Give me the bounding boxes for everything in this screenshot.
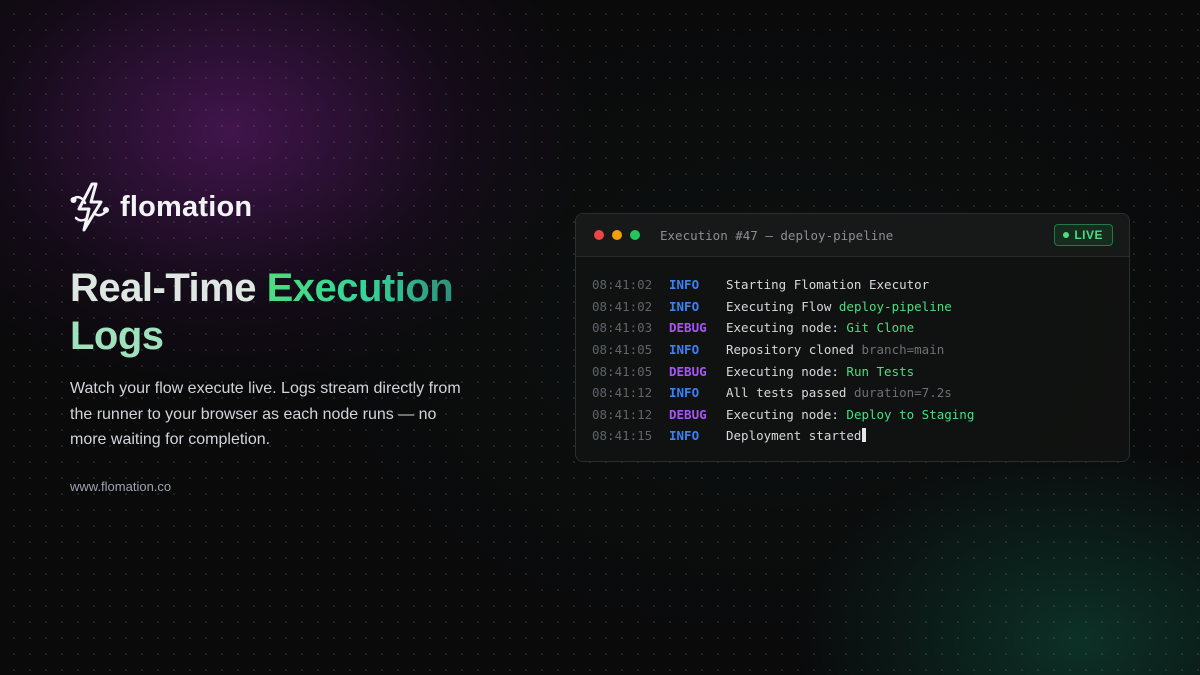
log-text: All tests passed: [726, 385, 854, 401]
log-row: 08:41:02 INFO Executing Flow deploy-pipeli…: [592, 296, 1129, 318]
log-text: Executing node:: [726, 363, 847, 379]
log-text: Deployment started: [726, 428, 862, 444]
log-timestamp: 08:41:02: [592, 298, 653, 314]
headline-part-3: Logs: [70, 314, 164, 358]
log-meta: duration=7.2s: [853, 385, 952, 401]
log-message: All tests passed duration=7.2s: [726, 385, 952, 400]
minimize-dot-icon[interactable]: [612, 230, 622, 240]
log-row: 08:41:02 INFO Starting Flomation Executor: [592, 274, 1129, 296]
log-highlight: deploy-pipeline: [838, 298, 952, 314]
log-level: INFO: [669, 385, 700, 401]
log-level: DEBUG: [669, 406, 707, 422]
website-url[interactable]: www.flomation.co: [70, 479, 171, 494]
log-row: 08:41:15 INFO Deployment started: [592, 425, 1129, 447]
terminal-title-bar: Execution #47 — deploy-pipeline LIVE: [576, 214, 1129, 257]
log-timestamp: 08:41:12: [592, 385, 653, 401]
log-timestamp: 08:41:05: [592, 342, 653, 358]
description: Watch your flow execute live. Logs strea…: [70, 380, 461, 448]
log-timestamp: 08:41:05: [592, 363, 653, 379]
log-timestamp: 08:41:15: [592, 428, 653, 444]
headline-part-2: Execution: [266, 266, 454, 310]
log-message: Deployment started: [726, 428, 867, 444]
log-level: INFO: [669, 428, 700, 444]
terminal-window: Execution #47 — deploy-pipeline LIVE 08:…: [575, 213, 1130, 462]
log-timestamp: 08:41:02: [592, 277, 653, 293]
log-text: Executing Flow: [726, 298, 839, 314]
page-title: Real-Time Execution Logs: [70, 264, 530, 360]
log-message: Executing node: Git Clone: [726, 320, 914, 335]
close-dot-icon[interactable]: [594, 230, 604, 240]
brand-logo: flomation: [70, 182, 252, 232]
log-message: Starting Flomation Executor: [726, 277, 929, 292]
log-message: Executing node: Deploy to Staging: [726, 407, 974, 422]
log-text: Executing node:: [726, 406, 847, 422]
log-highlight: Git Clone: [846, 320, 915, 336]
log-row: 08:41:12 INFO All tests passed duration=7.…: [592, 382, 1129, 404]
log-row: 08:41:05 INFO Repository cloned branch=mai…: [592, 339, 1129, 361]
log-meta: branch=main: [861, 342, 945, 358]
brand-name: flomation: [120, 190, 253, 223]
log-message: Executing node: Run Tests: [726, 364, 914, 379]
log-message: Executing Flow deploy-pipeline: [726, 299, 952, 314]
log-message: Repository cloned branch=main: [726, 342, 944, 357]
log-text: Starting Flomation Executor: [726, 277, 930, 293]
log-row: 08:41:05 DEBUG Executing node: Run Tests: [592, 360, 1129, 382]
log-highlight: Run Tests: [846, 363, 915, 379]
log-text: Repository cloned: [726, 342, 862, 358]
live-badge-label: LIVE: [1074, 228, 1103, 242]
live-badge: LIVE: [1054, 224, 1113, 246]
log-level: INFO: [669, 298, 700, 314]
lightning-node-icon: [70, 182, 109, 232]
log-row: 08:41:12 DEBUG Executing node: Deploy to S…: [592, 404, 1129, 426]
log-timestamp: 08:41:03: [592, 320, 653, 336]
log-level: DEBUG: [669, 363, 707, 379]
text-cursor: [862, 428, 867, 443]
log-level: INFO: [669, 342, 700, 358]
live-dot-icon: [1063, 232, 1070, 238]
log-level: DEBUG: [669, 320, 707, 336]
log-highlight: Deploy to Staging: [846, 406, 975, 422]
maximize-dot-icon[interactable]: [630, 230, 640, 240]
log-timestamp: 08:41:12: [592, 406, 653, 422]
headline-part-1: Real-Time: [70, 266, 267, 310]
log-row: 08:41:03 DEBUG Executing node: Git Clone: [592, 317, 1129, 339]
terminal-title: Execution #47 — deploy-pipeline: [660, 227, 894, 243]
log-text: Executing node:: [726, 320, 847, 336]
log-level: INFO: [669, 277, 700, 293]
log-list: 08:41:02 INFO Starting Flomation Executor 0…: [576, 257, 1129, 447]
